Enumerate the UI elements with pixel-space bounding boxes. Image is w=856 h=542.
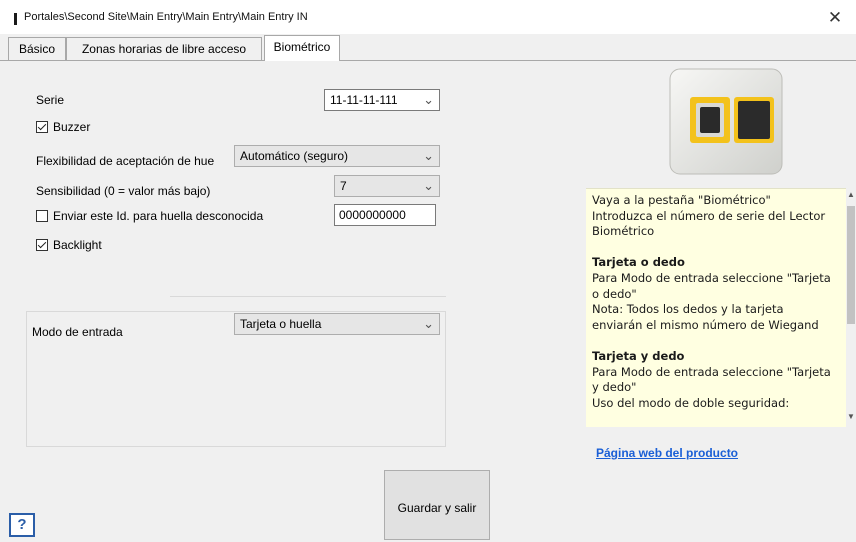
sensitivity-value: 7 xyxy=(340,179,347,193)
backlight-checkbox[interactable] xyxy=(36,239,48,251)
buzzer-checkbox[interactable] xyxy=(36,121,48,133)
serie-dropdown[interactable]: 11-11-11-111 xyxy=(324,89,440,111)
sensitivity-dropdown[interactable]: 7 xyxy=(334,175,440,197)
unknown-id-label: Enviar este Id. para huella desconocida xyxy=(53,209,264,223)
entry-mode-value: Tarjeta o huella xyxy=(240,317,322,331)
tab-zonas-horarias[interactable]: Zonas horarias de libre acceso xyxy=(66,37,262,60)
help-intro-2: Introduzca el número de serie del Lector… xyxy=(592,208,826,239)
help-section2-line1: Para Modo de entrada seleccione "Tarjeta… xyxy=(592,364,831,395)
help-section1-line1: Para Modo de entrada seleccione "Tarjeta… xyxy=(592,270,831,301)
scroll-thumb[interactable] xyxy=(847,206,855,324)
help-scrollbar[interactable]: ▲ ▼ xyxy=(846,188,856,426)
help-section2-title: Tarjeta y dedo xyxy=(592,348,685,363)
device-image xyxy=(669,68,783,175)
help-section1-line2: Nota: Todos los dedos y la tarjeta envia… xyxy=(592,302,819,332)
help-section1-title: Tarjeta o dedo xyxy=(592,255,685,270)
chevron-down-icon xyxy=(423,314,434,336)
unknown-id-checkbox[interactable] xyxy=(36,210,48,222)
close-button[interactable]: ✕ xyxy=(822,5,848,31)
tab-basico[interactable]: Básico xyxy=(8,37,66,60)
help-intro-1: Vaya a la pestaña "Biométrico" xyxy=(592,193,771,207)
sensitivity-label: Sensibilidad (0 = valor más bajo) xyxy=(36,184,211,198)
flexibility-dropdown[interactable]: Automático (seguro) xyxy=(234,145,440,167)
help-panel: Vaya a la pestaña "Biométrico" Introduzc… xyxy=(586,188,846,427)
tab-divider xyxy=(0,60,856,61)
product-web-link[interactable]: Página web del producto xyxy=(596,446,738,460)
chevron-down-icon xyxy=(423,90,434,112)
scroll-up-icon[interactable]: ▲ xyxy=(846,190,856,199)
chevron-down-icon xyxy=(423,146,434,168)
entry-mode-label: Modo de entrada xyxy=(32,325,123,339)
window-title: Portales\Second Site\Main Entry\Main Ent… xyxy=(24,11,308,23)
separator xyxy=(170,296,446,297)
app-icon xyxy=(14,13,17,25)
chevron-down-icon xyxy=(423,176,434,198)
unknown-id-input[interactable]: 0000000000 xyxy=(334,204,436,226)
flexibility-label: Flexibilidad de aceptación de hue xyxy=(36,154,215,168)
entry-mode-dropdown[interactable]: Tarjeta o huella xyxy=(234,313,440,335)
scroll-down-icon[interactable]: ▼ xyxy=(846,412,856,421)
serie-label: Serie xyxy=(36,93,65,107)
serie-value: 11-11-11-111 xyxy=(330,93,398,107)
help-section2-line2: Uso del modo de doble seguridad: xyxy=(592,395,790,410)
buzzer-label: Buzzer xyxy=(53,120,91,134)
tab-biometrico[interactable]: Biométrico xyxy=(264,35,340,61)
title-bar: Portales\Second Site\Main Entry\Main Ent… xyxy=(0,0,856,34)
backlight-label: Backlight xyxy=(53,238,102,252)
save-exit-button[interactable]: Guardar y salir xyxy=(384,470,490,540)
flexibility-value: Automático (seguro) xyxy=(240,149,349,163)
help-button[interactable]: ? xyxy=(9,513,35,537)
